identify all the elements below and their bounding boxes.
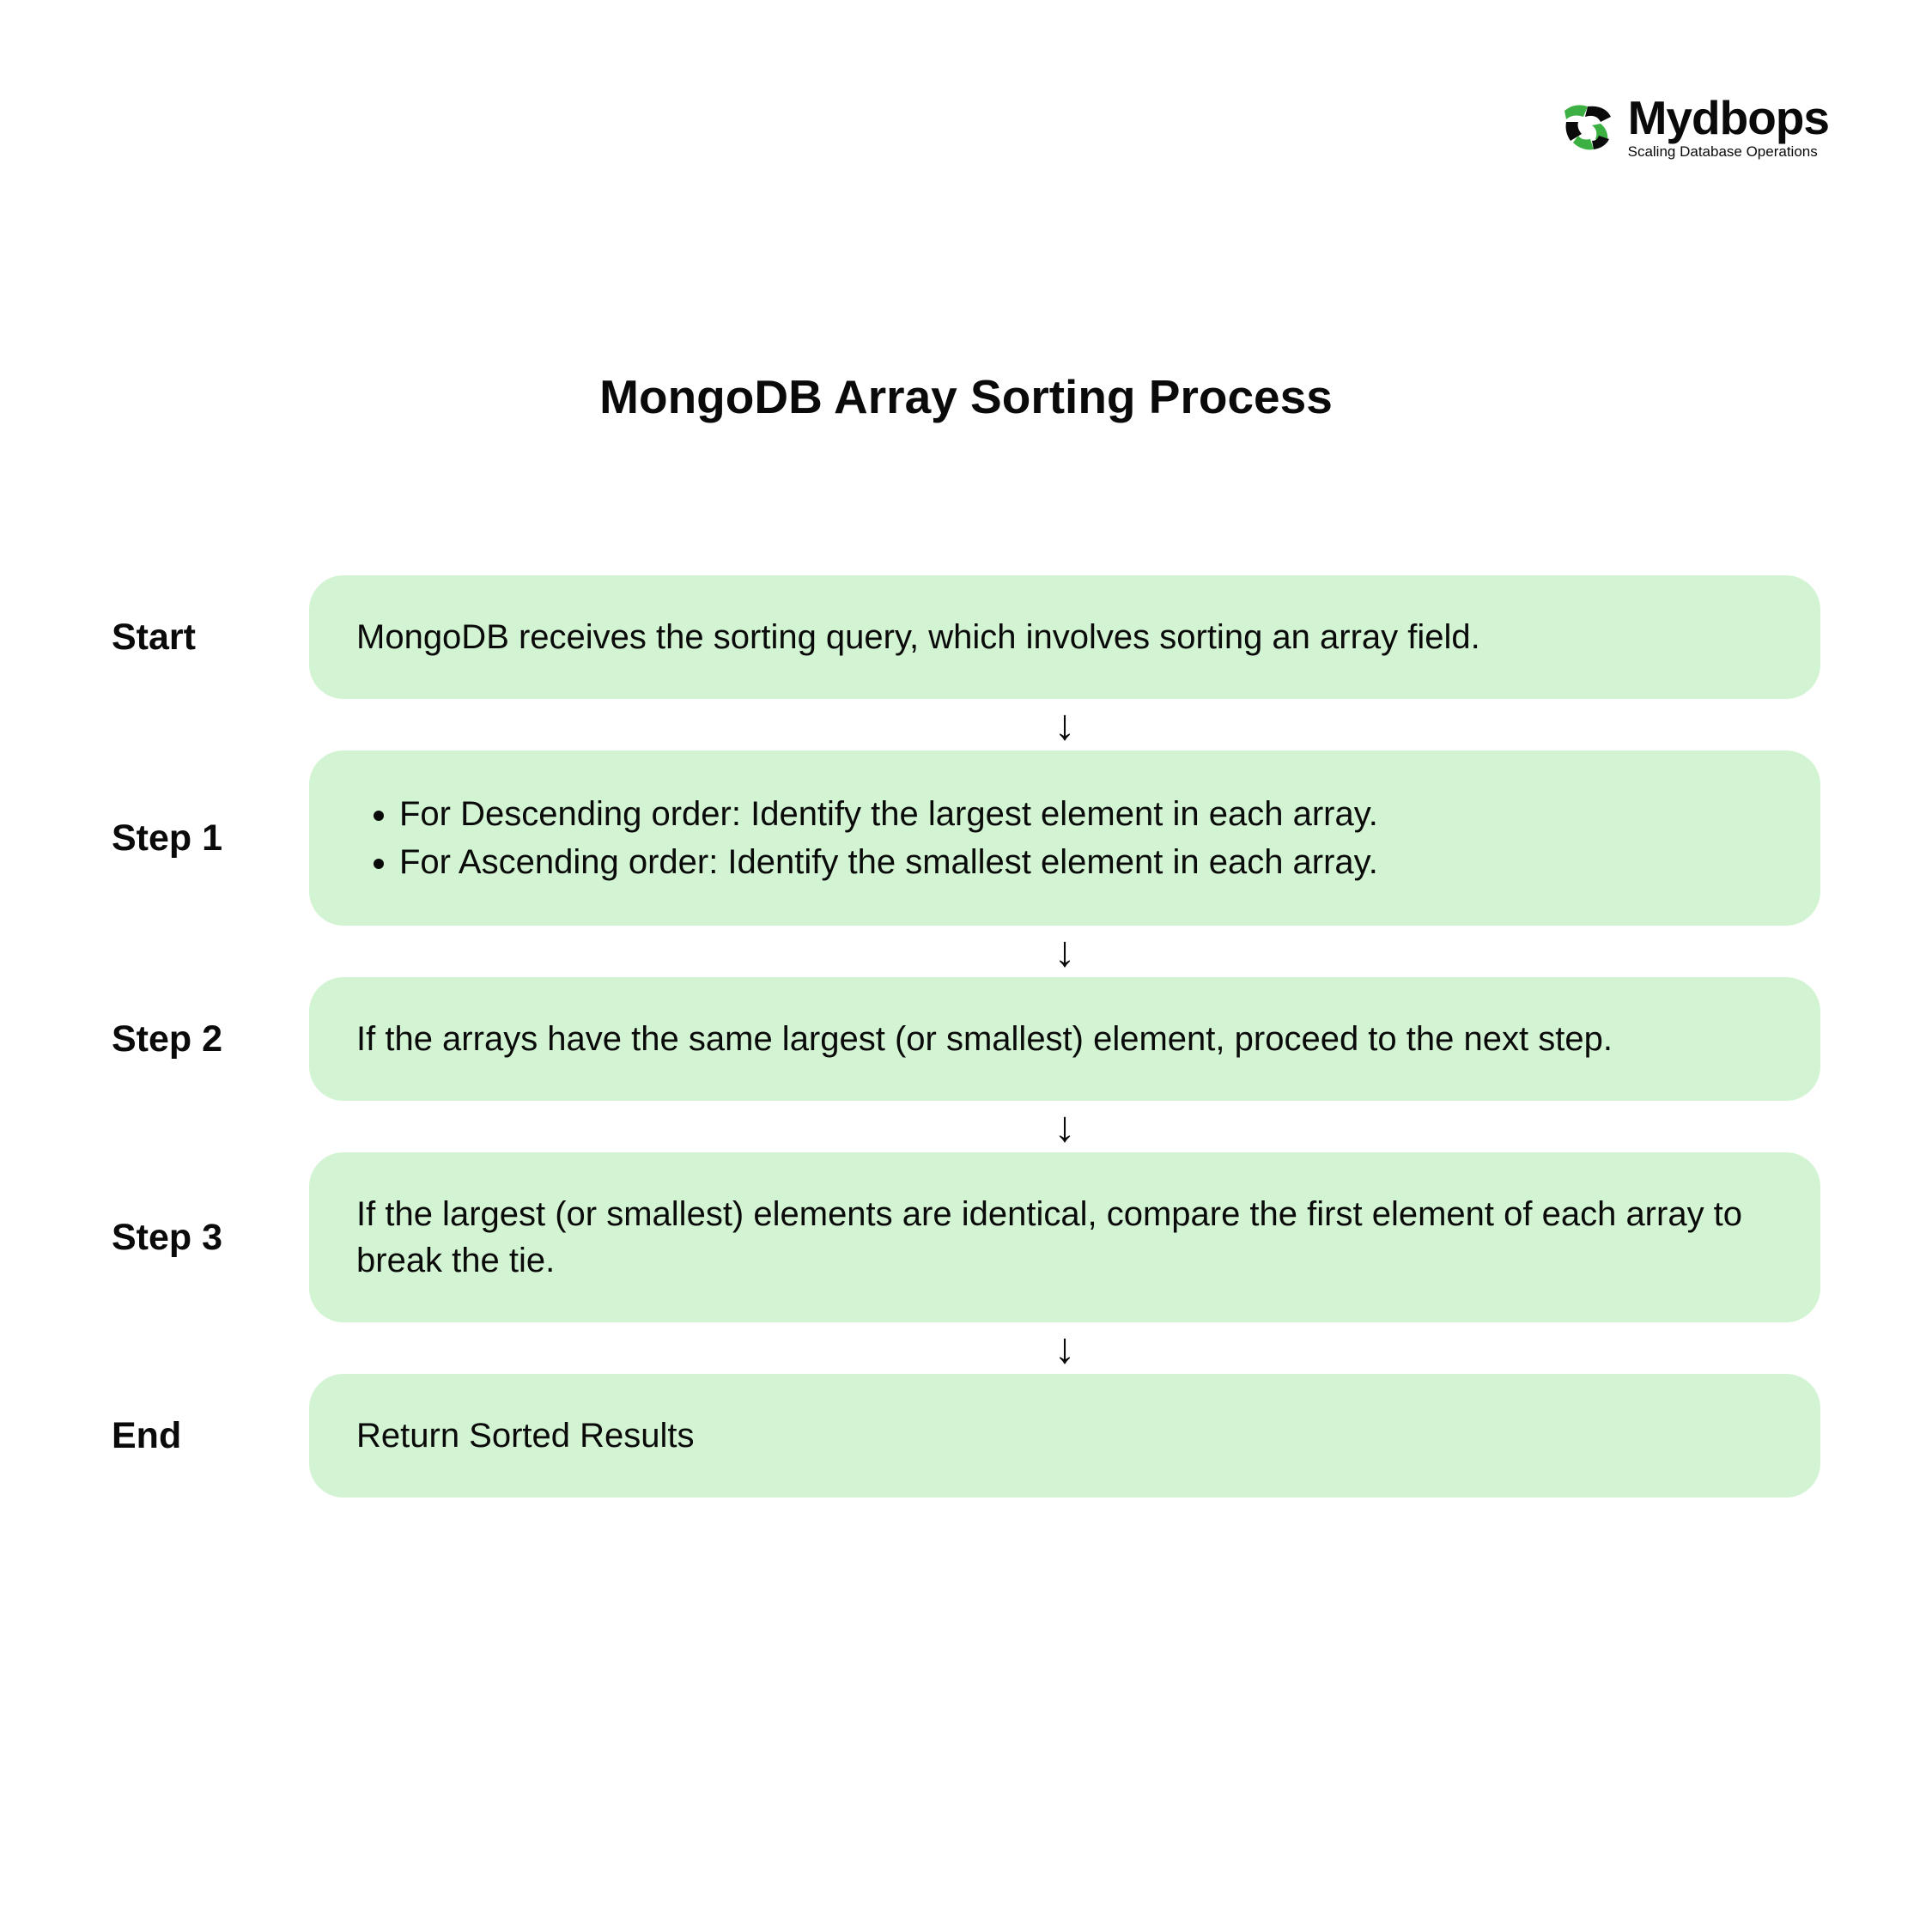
logo-tagline: Scaling Database Operations [1628, 143, 1818, 161]
logo-text-group: Mydbops Scaling Database Operations [1628, 94, 1829, 161]
list-item: For Descending order: Identify the large… [399, 791, 1773, 837]
step-card: For Descending order: Identify the large… [309, 750, 1820, 926]
logo: Mydbops Scaling Database Operations [1558, 94, 1829, 161]
step-1: Step 1 For Descending order: Identify th… [112, 750, 1820, 926]
step-end: End Return Sorted Results [112, 1374, 1820, 1498]
flowchart: Start MongoDB receives the sorting query… [112, 575, 1820, 1498]
list-item: For Ascending order: Identify the smalle… [399, 839, 1773, 885]
page-title: MongoDB Array Sorting Process [0, 369, 1932, 424]
step-label: End [112, 1415, 283, 1457]
step-label: Start [112, 617, 283, 659]
step-3: Step 3 If the largest (or smallest) elem… [112, 1152, 1820, 1322]
step-card: Return Sorted Results [309, 1374, 1820, 1498]
step-2: Step 2 If the arrays have the same large… [112, 977, 1820, 1101]
step-label: Step 2 [112, 1018, 283, 1060]
step-card: MongoDB receives the sorting query, whic… [309, 575, 1820, 699]
logo-name: Mydbops [1628, 94, 1829, 142]
logo-icon [1558, 98, 1618, 158]
arrow-down-icon: ↓ [309, 926, 1820, 977]
step-label: Step 1 [112, 817, 283, 860]
arrow-down-icon: ↓ [309, 1101, 1820, 1152]
step-card: If the largest (or smallest) elements ar… [309, 1152, 1820, 1322]
arrow-down-icon: ↓ [309, 699, 1820, 750]
step-card: If the arrays have the same largest (or … [309, 977, 1820, 1101]
step-label: Step 3 [112, 1217, 283, 1259]
step-start: Start MongoDB receives the sorting query… [112, 575, 1820, 699]
arrow-down-icon: ↓ [309, 1322, 1820, 1374]
